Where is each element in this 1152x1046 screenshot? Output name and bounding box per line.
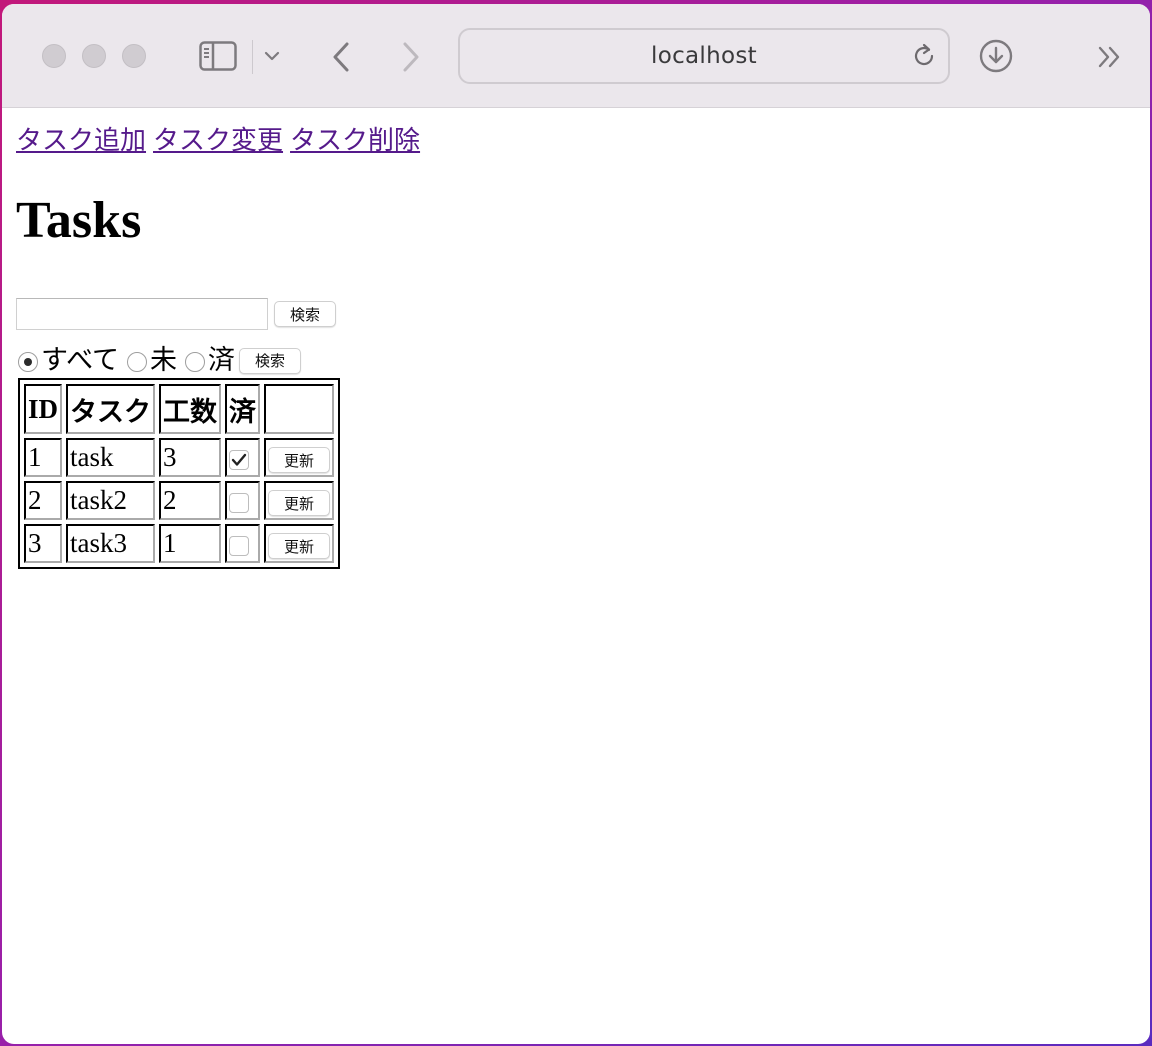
table-row: 1 task 3 更新: [24, 438, 335, 477]
nav-links: タスク追加 タスク変更 タスク削除: [16, 120, 1150, 157]
back-icon[interactable]: [328, 40, 354, 74]
forward-icon[interactable]: [398, 40, 424, 74]
table-row: 2 task2 2 更新: [24, 481, 335, 520]
search-input[interactable]: [16, 298, 268, 330]
header-effort: 工数: [159, 384, 222, 434]
minimize-window-button[interactable]: [82, 44, 106, 68]
header-action: [264, 384, 335, 434]
done-checkbox-checked[interactable]: [229, 449, 250, 470]
browser-toolbar: localhost: [2, 4, 1150, 108]
cell-done: [225, 438, 261, 477]
update-button[interactable]: 更新: [268, 490, 331, 517]
cell-id: 1: [24, 438, 63, 477]
cell-task: task3: [66, 524, 156, 563]
checkmark-icon: [231, 453, 247, 466]
sidebar-icon[interactable]: [198, 40, 238, 72]
tasks-table: ID タスク 工数 済 1 task 3 更新 2 task2 2 更新 3 t…: [18, 378, 341, 569]
table-row: 3 task3 1 更新: [24, 524, 335, 563]
update-button[interactable]: 更新: [268, 533, 331, 560]
address-text: localhost: [651, 43, 757, 69]
cell-action: 更新: [264, 524, 335, 563]
cell-effort: 3: [159, 438, 222, 477]
update-button[interactable]: 更新: [268, 447, 331, 474]
address-bar[interactable]: localhost: [458, 28, 950, 84]
filter-label-done: 済: [208, 345, 236, 375]
cell-effort: 2: [159, 481, 222, 520]
page-title: Tasks: [16, 192, 142, 249]
zoom-window-button[interactable]: [122, 44, 146, 68]
cell-done: [225, 524, 261, 563]
filter-radio-all[interactable]: [18, 351, 38, 372]
more-icon[interactable]: [1096, 44, 1124, 70]
close-window-button[interactable]: [42, 44, 66, 68]
nav-link-add-task[interactable]: タスク追加: [16, 126, 146, 155]
toolbar-divider: [252, 40, 253, 74]
cell-id: 3: [24, 524, 63, 563]
page-content: タスク追加 タスク変更 タスク削除 Tasks 検索 すべて 未 済 検索 ID…: [16, 120, 1150, 569]
filter-label-pending: 未: [150, 345, 178, 375]
search-button[interactable]: 検索: [274, 301, 336, 327]
header-task: タスク: [66, 384, 156, 434]
filter-row: すべて 未 済 検索: [18, 338, 302, 377]
filter-search-button[interactable]: 検索: [239, 347, 302, 374]
cell-task: task: [66, 438, 156, 477]
cell-done: [225, 481, 261, 520]
nav-link-delete-task[interactable]: タスク削除: [290, 126, 420, 155]
filter-radio-done[interactable]: [185, 351, 206, 372]
cell-effort: 1: [159, 524, 222, 563]
done-checkbox[interactable]: [229, 492, 250, 513]
filter-label-all: すべて: [41, 345, 120, 375]
reload-icon[interactable]: [910, 42, 938, 75]
cell-action: 更新: [264, 438, 335, 477]
table-header-row: ID タスク 工数 済: [24, 384, 335, 434]
cell-action: 更新: [264, 481, 335, 520]
header-done: 済: [225, 384, 261, 434]
done-checkbox[interactable]: [229, 535, 250, 556]
cell-id: 2: [24, 481, 63, 520]
nav-link-edit-task[interactable]: タスク変更: [153, 126, 283, 155]
radio-selected-dot: [24, 357, 32, 366]
search-row: 検索: [16, 298, 336, 330]
cell-task: task2: [66, 481, 156, 520]
filter-radio-pending[interactable]: [127, 351, 148, 372]
header-id: ID: [24, 384, 63, 434]
browser-window: localhost タスク追加 タスク変更 タスク削除 Tasks 検索 すべて…: [2, 4, 1150, 1044]
download-icon[interactable]: [978, 38, 1014, 74]
chevron-down-icon[interactable]: [262, 46, 282, 66]
